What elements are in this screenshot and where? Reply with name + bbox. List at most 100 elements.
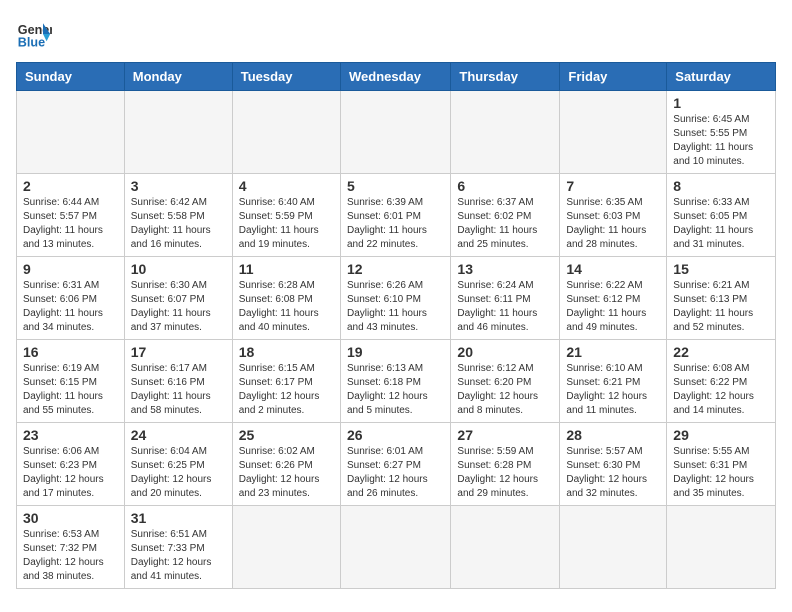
day-number: 4: [239, 178, 334, 194]
day-info: Sunrise: 6:31 AM Sunset: 6:06 PM Dayligh…: [23, 279, 118, 335]
day-number: 15: [673, 261, 769, 277]
day-number: 19: [347, 344, 444, 360]
calendar-day-cell: [451, 91, 560, 174]
day-number: 10: [131, 261, 226, 277]
calendar-day-cell: 17Sunrise: 6:17 AM Sunset: 6:16 PM Dayli…: [124, 340, 232, 423]
logo-icon: General Blue: [16, 16, 52, 52]
day-number: 18: [239, 344, 334, 360]
day-info: Sunrise: 6:10 AM Sunset: 6:21 PM Dayligh…: [566, 362, 660, 418]
calendar-day-cell: 2 Sunrise: 6:44 AM Sunset: 5:57 PM Daylig…: [17, 174, 125, 257]
day-info: Sunrise: 6:30 AM Sunset: 6:07 PM Dayligh…: [131, 279, 226, 335]
day-number: 8: [673, 178, 769, 194]
calendar-day-cell: 7Sunrise: 6:35 AM Sunset: 6:03 PM Daylig…: [560, 174, 667, 257]
day-number: 27: [457, 427, 553, 443]
calendar-week-row: 2 Sunrise: 6:44 AM Sunset: 5:57 PM Daylig…: [17, 174, 776, 257]
calendar-day-cell: 18Sunrise: 6:15 AM Sunset: 6:17 PM Dayli…: [232, 340, 340, 423]
day-info: Sunrise: 6:19 AM Sunset: 6:15 PM Dayligh…: [23, 362, 118, 418]
day-info: Sunrise: 6:26 AM Sunset: 6:10 PM Dayligh…: [347, 279, 444, 335]
day-number: 2: [23, 178, 118, 194]
day-number: 21: [566, 344, 660, 360]
day-info: Sunrise: 6:02 AM Sunset: 6:26 PM Dayligh…: [239, 445, 334, 501]
day-info: Sunrise: 6:37 AM Sunset: 6:02 PM Dayligh…: [457, 196, 553, 252]
calendar-day-cell: 16 Sunrise: 6:19 AM Sunset: 6:15 PM Dayli…: [17, 340, 125, 423]
weekday-header: Tuesday: [232, 63, 340, 91]
calendar-day-cell: 21 Sunrise: 6:10 AM Sunset: 6:21 PM Dayli…: [560, 340, 667, 423]
day-number: 25: [239, 427, 334, 443]
day-info: Sunrise: 6:44 AM Sunset: 5:57 PM Dayligh…: [23, 196, 118, 252]
calendar-day-cell: [232, 91, 340, 174]
weekday-header: Sunday: [17, 63, 125, 91]
calendar-day-cell: [560, 91, 667, 174]
calendar-day-cell: 27 Sunrise: 5:59 AM Sunset: 6:28 PM Dayli…: [451, 423, 560, 506]
day-info: Sunrise: 6:12 AM Sunset: 6:20 PM Dayligh…: [457, 362, 553, 418]
calendar-day-cell: [340, 91, 450, 174]
calendar-day-cell: 19 Sunrise: 6:13 AM Sunset: 6:18 PM Dayli…: [340, 340, 450, 423]
weekday-header: Wednesday: [340, 63, 450, 91]
day-info: Sunrise: 6:08 AM Sunset: 6:22 PM Dayligh…: [673, 362, 769, 418]
day-number: 12: [347, 261, 444, 277]
calendar-day-cell: 10 Sunrise: 6:30 AM Sunset: 6:07 PM Dayli…: [124, 257, 232, 340]
day-number: 31: [131, 510, 226, 526]
calendar-day-cell: 4 Sunrise: 6:40 AM Sunset: 5:59 PM Daylig…: [232, 174, 340, 257]
calendar-day-cell: 30Sunrise: 6:53 AM Sunset: 7:32 PM Dayli…: [17, 506, 125, 589]
day-info: Sunrise: 6:13 AM Sunset: 6:18 PM Dayligh…: [347, 362, 444, 418]
day-info: Sunrise: 6:45 AM Sunset: 5:55 PM Dayligh…: [673, 113, 769, 169]
day-info: Sunrise: 6:53 AM Sunset: 7:32 PM Dayligh…: [23, 528, 118, 584]
calendar-table: SundayMondayTuesdayWednesdayThursdayFrid…: [16, 62, 776, 589]
calendar-day-cell: 24Sunrise: 6:04 AM Sunset: 6:25 PM Dayli…: [124, 423, 232, 506]
weekday-header: Friday: [560, 63, 667, 91]
calendar-week-row: 1Sunrise: 6:45 AM Sunset: 5:55 PM Daylig…: [17, 91, 776, 174]
calendar-day-cell: 15 Sunrise: 6:21 AM Sunset: 6:13 PM Dayli…: [667, 257, 776, 340]
calendar-day-cell: 9 Sunrise: 6:31 AM Sunset: 6:06 PM Daylig…: [17, 257, 125, 340]
weekday-header: Thursday: [451, 63, 560, 91]
weekday-header-row: SundayMondayTuesdayWednesdayThursdayFrid…: [17, 63, 776, 91]
calendar-week-row: 30Sunrise: 6:53 AM Sunset: 7:32 PM Dayli…: [17, 506, 776, 589]
calendar-week-row: 16 Sunrise: 6:19 AM Sunset: 6:15 PM Dayli…: [17, 340, 776, 423]
calendar-day-cell: 22 Sunrise: 6:08 AM Sunset: 6:22 PM Dayli…: [667, 340, 776, 423]
day-number: 29: [673, 427, 769, 443]
day-info: Sunrise: 5:59 AM Sunset: 6:28 PM Dayligh…: [457, 445, 553, 501]
day-number: 5: [347, 178, 444, 194]
calendar-day-cell: [232, 506, 340, 589]
calendar-day-cell: 8Sunrise: 6:33 AM Sunset: 6:05 PM Daylig…: [667, 174, 776, 257]
day-info: Sunrise: 6:01 AM Sunset: 6:27 PM Dayligh…: [347, 445, 444, 501]
weekday-header: Monday: [124, 63, 232, 91]
day-number: 17: [131, 344, 226, 360]
weekday-header: Saturday: [667, 63, 776, 91]
calendar-day-cell: [451, 506, 560, 589]
calendar-day-cell: 20 Sunrise: 6:12 AM Sunset: 6:20 PM Dayli…: [451, 340, 560, 423]
calendar-day-cell: [17, 91, 125, 174]
calendar-day-cell: 5 Sunrise: 6:39 AM Sunset: 6:01 PM Daylig…: [340, 174, 450, 257]
day-info: Sunrise: 6:39 AM Sunset: 6:01 PM Dayligh…: [347, 196, 444, 252]
svg-text:Blue: Blue: [18, 36, 45, 50]
calendar-day-cell: [560, 506, 667, 589]
calendar-day-cell: 11 Sunrise: 6:28 AM Sunset: 6:08 PM Dayli…: [232, 257, 340, 340]
calendar-day-cell: 29 Sunrise: 5:55 AM Sunset: 6:31 PM Dayli…: [667, 423, 776, 506]
day-info: Sunrise: 6:28 AM Sunset: 6:08 PM Dayligh…: [239, 279, 334, 335]
calendar-day-cell: 12 Sunrise: 6:26 AM Sunset: 6:10 PM Dayli…: [340, 257, 450, 340]
day-info: Sunrise: 6:22 AM Sunset: 6:12 PM Dayligh…: [566, 279, 660, 335]
calendar-day-cell: 1Sunrise: 6:45 AM Sunset: 5:55 PM Daylig…: [667, 91, 776, 174]
day-number: 11: [239, 261, 334, 277]
calendar-day-cell: [667, 506, 776, 589]
calendar-day-cell: [340, 506, 450, 589]
day-number: 16: [23, 344, 118, 360]
day-info: Sunrise: 6:51 AM Sunset: 7:33 PM Dayligh…: [131, 528, 226, 584]
calendar-day-cell: 23Sunrise: 6:06 AM Sunset: 6:23 PM Dayli…: [17, 423, 125, 506]
calendar-day-cell: [124, 91, 232, 174]
calendar-week-row: 23Sunrise: 6:06 AM Sunset: 6:23 PM Dayli…: [17, 423, 776, 506]
day-number: 22: [673, 344, 769, 360]
day-info: Sunrise: 6:42 AM Sunset: 5:58 PM Dayligh…: [131, 196, 226, 252]
calendar-day-cell: 13Sunrise: 6:24 AM Sunset: 6:11 PM Dayli…: [451, 257, 560, 340]
day-number: 23: [23, 427, 118, 443]
logo: General Blue: [16, 16, 52, 52]
day-info: Sunrise: 6:21 AM Sunset: 6:13 PM Dayligh…: [673, 279, 769, 335]
day-info: Sunrise: 6:40 AM Sunset: 5:59 PM Dayligh…: [239, 196, 334, 252]
day-number: 9: [23, 261, 118, 277]
calendar-day-cell: 31 Sunrise: 6:51 AM Sunset: 7:33 PM Dayli…: [124, 506, 232, 589]
day-number: 14: [566, 261, 660, 277]
calendar-day-cell: 6Sunrise: 6:37 AM Sunset: 6:02 PM Daylig…: [451, 174, 560, 257]
day-info: Sunrise: 5:55 AM Sunset: 6:31 PM Dayligh…: [673, 445, 769, 501]
day-number: 20: [457, 344, 553, 360]
day-info: Sunrise: 6:24 AM Sunset: 6:11 PM Dayligh…: [457, 279, 553, 335]
